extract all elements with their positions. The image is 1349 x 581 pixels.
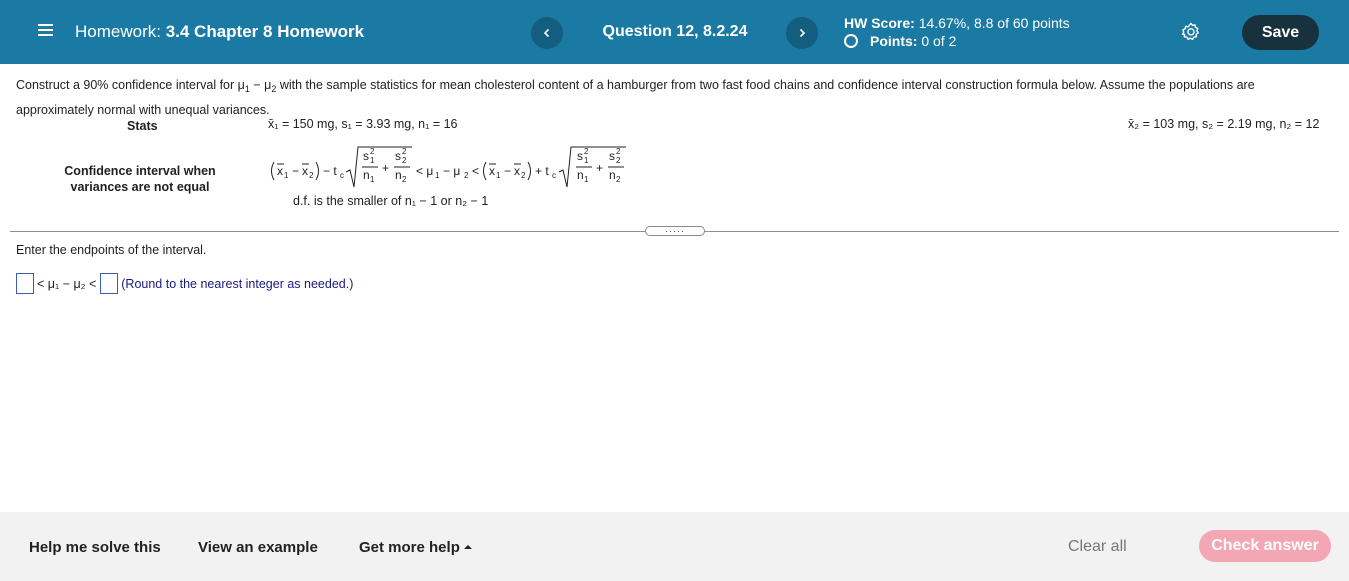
chevron-left-icon (543, 28, 550, 38)
svg-text:1: 1 (584, 156, 589, 165)
expand-handle[interactable]: ····· (645, 226, 705, 236)
svg-text:n: n (577, 168, 584, 182)
hw-score-value: 14.67%, 8.8 of 60 points (918, 15, 1070, 31)
expand-dots: ····· (665, 226, 685, 236)
chevron-right-icon (799, 28, 806, 38)
previous-question-button[interactable] (531, 17, 563, 49)
svg-text:+: + (596, 161, 603, 175)
degrees-of-freedom-note: d.f. is the smaller of n₁ − 1 or n₂ − 1 (293, 194, 489, 208)
svg-text:−: − (292, 164, 299, 178)
svg-text:2: 2 (584, 147, 589, 156)
stats-label: Stats (127, 119, 158, 133)
hw-score: HW Score: 14.67%, 8.8 of 60 points (844, 15, 1070, 31)
svg-text:2: 2 (402, 175, 407, 184)
homework-name: 3.4 Chapter 8 Homework (165, 22, 365, 41)
svg-text:s: s (577, 149, 583, 163)
svg-text:s: s (395, 149, 401, 163)
svg-text:1: 1 (496, 171, 501, 180)
svg-text:2: 2 (309, 171, 314, 180)
svg-text:2: 2 (402, 147, 407, 156)
next-question-button[interactable] (786, 17, 818, 49)
svg-text:< μ: < μ (416, 164, 433, 178)
svg-text:s: s (363, 149, 369, 163)
menu-icon[interactable] (38, 23, 53, 37)
svg-text:2: 2 (370, 147, 375, 156)
answer-middle-text: < μ₁ − μ₂ < (37, 276, 97, 291)
points-label: Points: (870, 33, 918, 49)
confidence-interval-formula: x1 − x2 − tc s 21 n1 + s 22 n2 < μ1 − μ2 <… (271, 146, 626, 188)
question-label: Question 12, 8.2.24 (602, 23, 748, 40)
check-answer-button[interactable]: Check answer (1199, 530, 1331, 562)
question-prompt: Construct a 90% confidence interval for … (16, 78, 1255, 117)
svg-text:1: 1 (370, 156, 375, 165)
svg-text:1: 1 (584, 175, 589, 184)
ci-label-line-2: variances are not equal (70, 180, 210, 194)
svg-text:n: n (363, 168, 370, 182)
homework-prefix: Homework: (75, 22, 161, 41)
caret-up-icon (463, 545, 472, 549)
homework-title: Homework: 3.4 Chapter 8 Homework (75, 22, 364, 42)
svg-text:+: + (382, 161, 389, 175)
svg-text:1: 1 (284, 171, 289, 180)
svg-text:−: − (504, 164, 511, 178)
rounding-hint: (Round to the nearest integer as needed.… (121, 276, 354, 291)
svg-text:x: x (302, 164, 308, 178)
svg-text:1: 1 (435, 171, 440, 180)
svg-text:<: < (472, 164, 479, 178)
svg-text:1: 1 (370, 175, 375, 184)
instruction-text: Enter the endpoints of the interval. (16, 243, 207, 257)
svg-text:c: c (340, 171, 344, 180)
svg-text:+ t: + t (535, 164, 549, 178)
lower-bound-input[interactable] (16, 273, 34, 294)
ci-label-line-1: Confidence interval when (64, 164, 216, 178)
confidence-interval-label: Confidence interval when variances are n… (40, 163, 240, 195)
svg-text:x: x (277, 164, 283, 178)
gear-icon[interactable] (1180, 21, 1202, 43)
svg-text:n: n (395, 168, 402, 182)
svg-text:x: x (514, 164, 520, 178)
view-example-button[interactable]: View an example (198, 539, 318, 556)
svg-text:2: 2 (521, 171, 526, 180)
help-me-solve-button[interactable]: Help me solve this (29, 539, 161, 556)
upper-bound-input[interactable] (100, 273, 119, 294)
stats-sample-2: x̄₂ = 103 mg, s₂ = 2.19 mg, n₂ = 12 (1128, 117, 1320, 131)
svg-text:− μ: − μ (443, 164, 460, 178)
get-more-help-button[interactable]: Get more help (359, 539, 472, 556)
get-more-help-label: Get more help (359, 539, 460, 556)
prompt-part-1: Construct a 90% confidence interval for … (16, 78, 245, 92)
points: Points: 0 of 2 (844, 33, 956, 49)
svg-text:c: c (552, 171, 556, 180)
status-ring-icon (844, 34, 858, 48)
svg-text:2: 2 (616, 147, 621, 156)
bottom-bar: Help me solve this View an example Get m… (0, 512, 1349, 581)
svg-text:2: 2 (616, 156, 621, 165)
svg-text:2: 2 (616, 175, 621, 184)
svg-text:− t: − t (323, 164, 337, 178)
svg-text:n: n (609, 168, 616, 182)
top-bar: Homework: 3.4 Chapter 8 Homework Questio… (0, 0, 1349, 64)
svg-text:2: 2 (402, 156, 407, 165)
svg-text:x: x (489, 164, 495, 178)
svg-text:s: s (609, 149, 615, 163)
svg-text:2: 2 (464, 171, 469, 180)
answer-row: < μ₁ − μ₂ < (Round to the nearest intege… (16, 273, 353, 294)
hw-score-label: HW Score: (844, 15, 915, 31)
save-button[interactable]: Save (1242, 15, 1319, 50)
stats-sample-1: x̄₁ = 150 mg, s₁ = 3.93 mg, n₁ = 16 (268, 117, 458, 131)
points-value: 0 of 2 (921, 33, 957, 49)
clear-all-button[interactable]: Clear all (1068, 538, 1127, 556)
